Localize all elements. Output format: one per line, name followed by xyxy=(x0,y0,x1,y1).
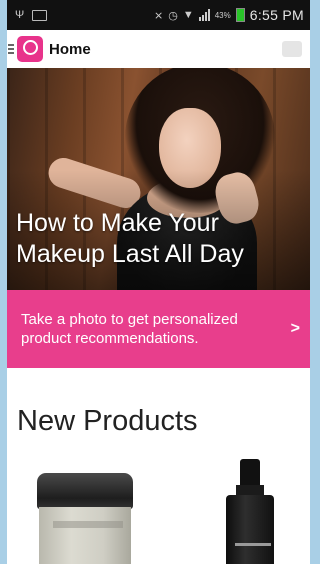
battery-percent: 43% xyxy=(214,10,231,20)
banner-text: Take a photo to get personalized product… xyxy=(21,311,238,347)
phone-screen: Ψ ⨯ ◷ ▼ 43% 6:55 PM Home How to Make You… xyxy=(7,0,310,564)
usb-icon: Ψ xyxy=(15,9,25,21)
jar-lid xyxy=(37,473,133,509)
battery-icon xyxy=(235,8,245,22)
hamburger-menu-icon[interactable] xyxy=(8,44,14,54)
product-card-bottle[interactable] xyxy=(222,459,278,564)
bottle-cap xyxy=(240,459,260,487)
notification-icon xyxy=(32,9,48,21)
hero-title: How to Make Your Makeup Last All Day xyxy=(16,209,244,268)
alarm-icon: ◷ xyxy=(168,9,178,22)
hero-article-card[interactable]: How to Make Your Makeup Last All Day xyxy=(7,68,310,290)
bottle-body xyxy=(226,495,274,564)
app-bar: Home xyxy=(7,30,310,68)
signal-icon xyxy=(198,9,210,21)
status-bar: Ψ ⨯ ◷ ▼ 43% 6:55 PM xyxy=(7,0,310,30)
jar-label xyxy=(53,521,123,528)
clock-time: 6:55 PM xyxy=(249,7,304,23)
jar-body xyxy=(39,507,131,564)
page-title: Home xyxy=(49,40,91,58)
new-products-heading: New Products xyxy=(17,405,198,437)
product-card-jar[interactable] xyxy=(37,473,133,564)
bottle-label xyxy=(235,543,271,546)
mute-icon: ⨯ xyxy=(154,9,164,22)
wifi-icon: ▼ xyxy=(182,9,194,21)
mirror-logo-icon[interactable] xyxy=(17,36,43,62)
chevron-right-icon: > xyxy=(290,320,300,337)
new-products-list xyxy=(7,455,310,564)
photo-recommendation-banner[interactable]: Take a photo to get personalized product… xyxy=(7,290,310,368)
chat-icon[interactable] xyxy=(282,41,302,57)
